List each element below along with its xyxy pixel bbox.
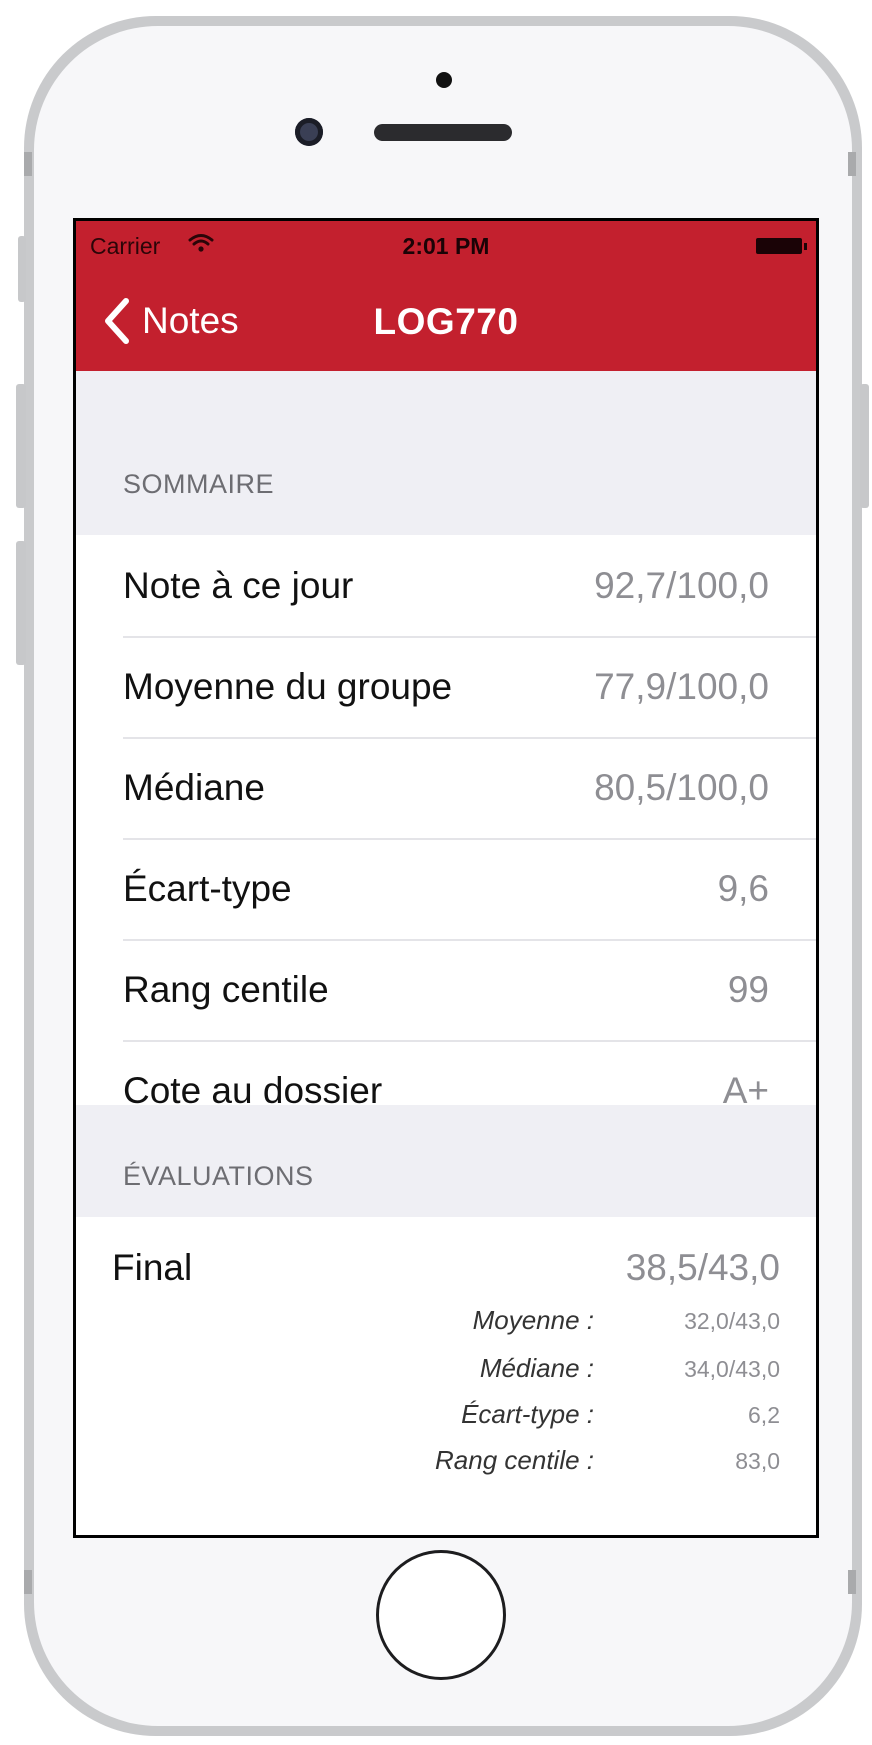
summary-row-percentile: Rang centile 99 bbox=[76, 939, 816, 1040]
home-button[interactable] bbox=[376, 1550, 506, 1680]
screen: Carrier 2:01 PM Notes LOG770 SOMMAIRE No… bbox=[73, 218, 819, 1538]
evaluations-section-header: ÉVALUATIONS bbox=[76, 1105, 816, 1217]
stat-value-percentile: 83,0 bbox=[735, 1448, 780, 1474]
antenna-band bbox=[848, 152, 856, 176]
page-title: LOG770 bbox=[373, 301, 519, 342]
evaluations-header-label: ÉVALUATIONS bbox=[123, 1161, 314, 1191]
stat-label-std-dev: Écart-type : bbox=[461, 1399, 594, 1429]
row-label: Moyenne du groupe bbox=[123, 666, 453, 707]
battery-icon bbox=[756, 238, 807, 254]
status-time: 2:01 PM bbox=[402, 233, 490, 259]
stat-value-median: 34,0/43,0 bbox=[684, 1356, 780, 1382]
row-label: Rang centile bbox=[123, 969, 329, 1010]
antenna-band bbox=[24, 1570, 32, 1594]
volume-up-button bbox=[16, 384, 26, 508]
earpiece-speaker bbox=[374, 124, 512, 141]
summary-header-label: SOMMAIRE bbox=[123, 469, 275, 499]
stat-label-median: Médiane : bbox=[479, 1353, 594, 1383]
stat-value-average: 32,0/43,0 bbox=[684, 1308, 780, 1334]
evaluation-name: Final bbox=[112, 1247, 193, 1288]
proximity-sensor bbox=[436, 72, 452, 88]
navigation-bar: Carrier 2:01 PM Notes LOG770 bbox=[76, 221, 816, 371]
summary-row-group-average: Moyenne du groupe 77,9/100,0 bbox=[76, 636, 816, 737]
row-label: Médiane bbox=[123, 767, 265, 808]
stat-value-std-dev: 6,2 bbox=[748, 1402, 780, 1428]
antenna-band bbox=[24, 152, 32, 176]
row-value: 80,5/100,0 bbox=[594, 767, 769, 808]
row-value: 92,7/100,0 bbox=[594, 565, 769, 606]
summary-list: Note à ce jour 92,7/100,0 Moyenne du gro… bbox=[76, 535, 816, 1141]
summary-section-header: SOMMAIRE bbox=[76, 371, 816, 535]
stat-label-percentile: Rang centile : bbox=[435, 1445, 594, 1475]
row-value: 9,6 bbox=[717, 868, 769, 909]
evaluation-cell-final[interactable]: Final 38,5/43,0 Moyenne : 32,0/43,0 Médi… bbox=[76, 1217, 816, 1535]
front-camera bbox=[295, 118, 323, 146]
stat-label-average: Moyenne : bbox=[472, 1305, 594, 1335]
row-label: Note à ce jour bbox=[123, 565, 354, 606]
mute-switch bbox=[18, 236, 26, 302]
antenna-band bbox=[848, 1570, 856, 1594]
summary-row-current-grade: Note à ce jour 92,7/100,0 bbox=[76, 535, 816, 636]
power-button bbox=[860, 384, 869, 508]
row-value: 77,9/100,0 bbox=[594, 666, 769, 707]
row-value: 99 bbox=[727, 969, 769, 1010]
summary-row-std-dev: Écart-type 9,6 bbox=[76, 838, 816, 939]
evaluation-score: 38,5/43,0 bbox=[625, 1247, 780, 1288]
summary-row-median: Médiane 80,5/100,0 bbox=[76, 737, 816, 838]
row-label: Écart-type bbox=[123, 868, 292, 909]
volume-down-button bbox=[16, 541, 26, 665]
status-bar: Carrier 2:01 PM bbox=[76, 221, 816, 265]
